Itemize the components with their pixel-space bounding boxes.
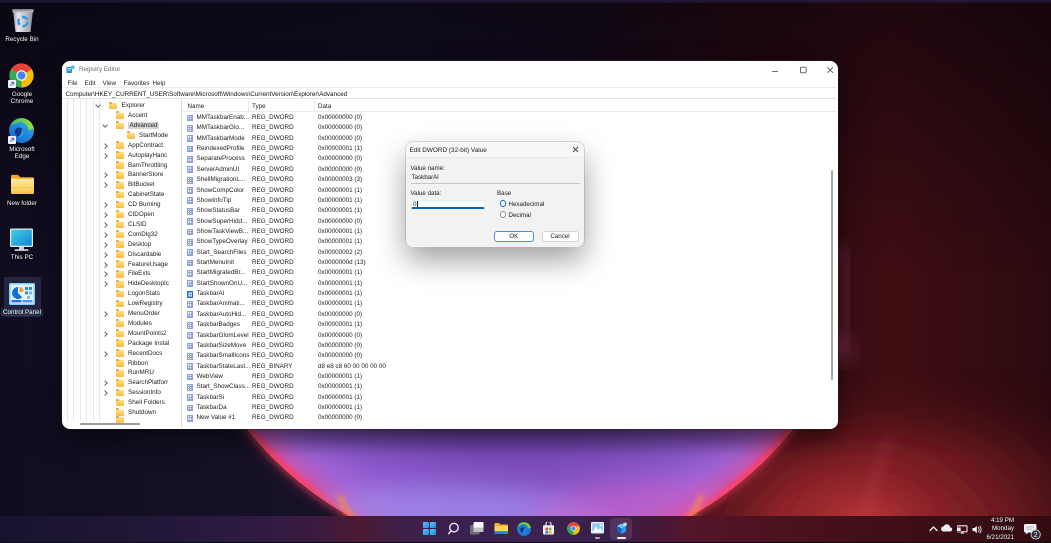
svg-text:2: 2: [1034, 532, 1038, 539]
